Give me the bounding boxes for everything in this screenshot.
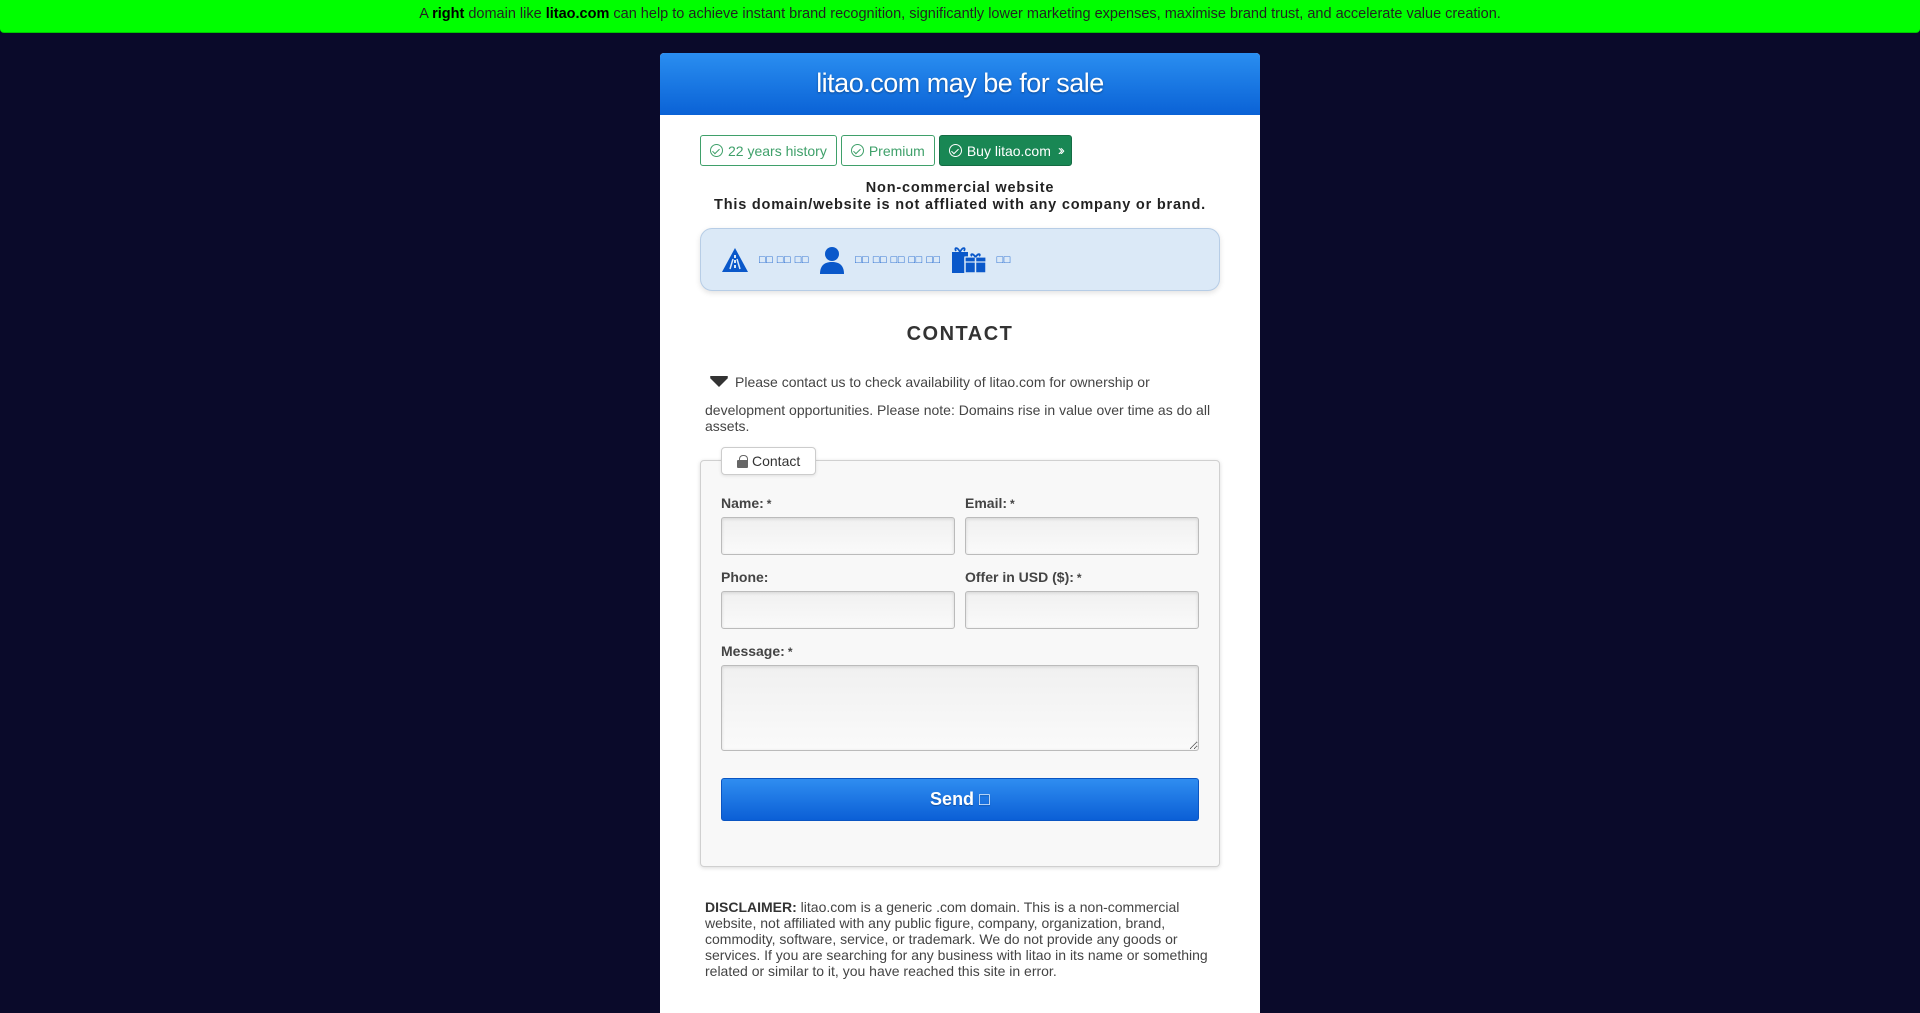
check-circle-icon xyxy=(710,144,723,157)
required-mark: * xyxy=(1010,497,1015,511)
promo-text-domain: litao.com xyxy=(545,6,610,22)
info-item-2: □□ □□ □□ □□ □□ xyxy=(819,246,941,274)
premium-badge-label: Premium xyxy=(868,142,925,159)
info-item-1-label: □□ □□ □□ xyxy=(759,253,809,266)
premium-badge: Premium xyxy=(840,135,935,166)
history-badge: 22 years history xyxy=(700,135,837,166)
check-circle-icon xyxy=(850,144,864,157)
buy-domain-button[interactable]: Buy litao.com ›› xyxy=(938,135,1072,166)
info-box: □□ □□ □□ □□ □□ □□ □□ □□ □□ xyxy=(700,228,1220,291)
page-title: litao.com may be for sale xyxy=(660,53,1260,115)
email-label: Email: * xyxy=(965,495,1199,513)
name-input[interactable] xyxy=(721,517,955,555)
name-field-group: Name: * xyxy=(721,495,955,555)
history-badge-label: 22 years history xyxy=(728,142,827,159)
phone-label-text: Phone: xyxy=(721,569,769,585)
email-label-text: Email: xyxy=(965,495,1008,511)
offer-label: Offer in USD ($): * xyxy=(965,569,1199,587)
disclaimer-label: DISCLAIMER: xyxy=(705,899,797,915)
contact-form-legend: Contact xyxy=(721,447,817,475)
contact-form: Contact Name: * Email: * Phone: Offer in U… xyxy=(700,447,1220,867)
info-item-2-label: □□ □□ □□ □□ □□ xyxy=(854,253,941,266)
user-icon xyxy=(819,246,844,274)
lock-icon xyxy=(737,454,748,468)
contact-intro-text1: Please contact us to check availability … xyxy=(735,374,1150,390)
offer-label-text: Offer in USD ($): xyxy=(965,569,1074,585)
message-textarea[interactable] xyxy=(721,665,1199,751)
check-circle-icon xyxy=(948,144,962,157)
buy-domain-label: Buy litao.com xyxy=(966,142,1051,159)
promo-text-right: right xyxy=(432,6,465,22)
promo-text-post: can help to achieve instant brand recogn… xyxy=(609,6,1501,22)
name-label-text: Name: xyxy=(721,495,764,511)
noncommercial-line2: This domain/website is not affliated wit… xyxy=(714,196,1206,213)
offer-field-group: Offer in USD ($): * xyxy=(965,569,1199,629)
phone-label: Phone: xyxy=(721,569,955,587)
email-field-group: Email: * xyxy=(965,495,1199,555)
caret-down-icon xyxy=(710,376,728,387)
required-mark: * xyxy=(766,497,772,511)
info-item-1: □□ □□ □□ xyxy=(721,247,809,273)
message-field-group: Message: * xyxy=(721,643,1199,751)
disclaimer: DISCLAIMER: litao.com is a generic .com … xyxy=(705,899,1220,979)
phone-input[interactable] xyxy=(721,591,955,629)
contact-intro-text2: development opportunities. Please note: … xyxy=(705,402,1211,434)
contact-intro-line1: Please contact us to check availability … xyxy=(705,374,1220,390)
promo-text-mid: domain like xyxy=(464,6,546,22)
contact-heading: CONTACT xyxy=(906,323,1014,345)
required-mark: * xyxy=(787,645,793,659)
message-label-text: Message: xyxy=(721,643,785,659)
badge-row: 22 years history Premium Buy litao.com ›… xyxy=(700,135,1072,166)
info-item-3-label: □□ xyxy=(996,253,1011,266)
info-item-3: □□ xyxy=(951,246,1011,274)
contact-intro: Please contact us to check availability … xyxy=(705,374,1220,434)
email-input[interactable] xyxy=(965,517,1199,555)
required-mark: * xyxy=(1076,571,1082,585)
send-button[interactable]: Send □ xyxy=(721,778,1199,821)
noncommercial-notice: Non-commercial website This domain/websi… xyxy=(660,180,1260,213)
name-label: Name: * xyxy=(721,495,955,513)
promo-text-pre: A xyxy=(419,6,433,22)
offer-input[interactable] xyxy=(965,591,1199,629)
promo-banner: A right domain like litao.com can help t… xyxy=(0,0,1920,33)
sale-card: litao.com may be for sale 22 years histo… xyxy=(660,53,1260,1013)
message-label: Message: * xyxy=(721,643,1199,661)
noncommercial-line1: Non-commercial website xyxy=(865,180,1055,196)
road-sign-icon xyxy=(722,247,748,272)
gifts-icon xyxy=(951,246,987,274)
contact-form-legend-label: Contact xyxy=(752,453,801,469)
double-chevron-right-icon: ›› xyxy=(1057,142,1065,159)
phone-field-group: Phone: xyxy=(721,569,955,629)
